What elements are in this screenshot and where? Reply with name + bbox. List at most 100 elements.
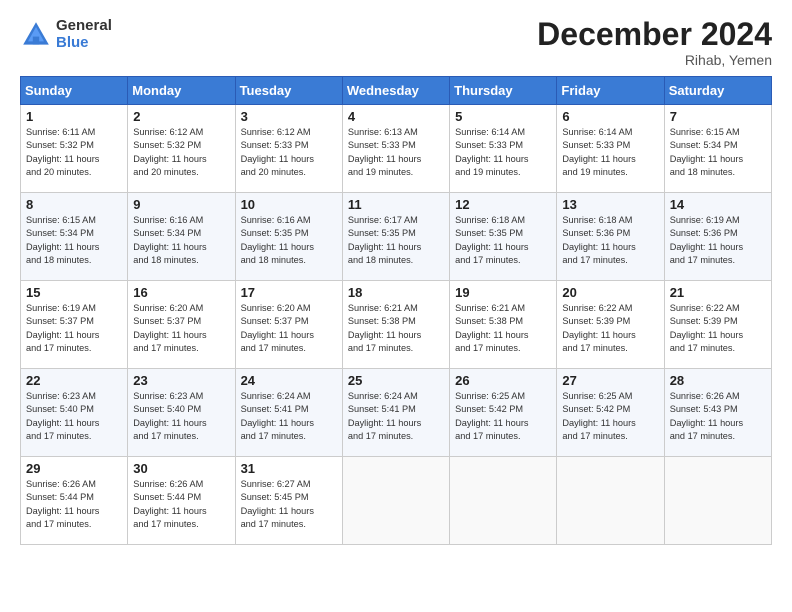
- cell-info: Sunrise: 6:23 AMSunset: 5:40 PMDaylight:…: [26, 390, 122, 443]
- day-number: 27: [562, 373, 658, 388]
- day-number: 2: [133, 109, 229, 124]
- cell-info: Sunrise: 6:16 AMSunset: 5:35 PMDaylight:…: [241, 214, 337, 267]
- calendar-week-1: 1 Sunrise: 6:11 AMSunset: 5:32 PMDaylight…: [21, 105, 772, 193]
- calendar-cell: [342, 457, 449, 545]
- calendar-cell: 4 Sunrise: 6:13 AMSunset: 5:33 PMDaylight…: [342, 105, 449, 193]
- day-number: 29: [26, 461, 122, 476]
- calendar-cell: 7 Sunrise: 6:15 AMSunset: 5:34 PMDaylight…: [664, 105, 771, 193]
- day-number: 10: [241, 197, 337, 212]
- cell-info: Sunrise: 6:14 AMSunset: 5:33 PMDaylight:…: [455, 126, 551, 179]
- cell-info: Sunrise: 6:24 AMSunset: 5:41 PMDaylight:…: [348, 390, 444, 443]
- calendar-cell: 31Sunrise: 6:27 AMSunset: 5:45 PMDayligh…: [235, 457, 342, 545]
- cell-info: Sunrise: 6:23 AMSunset: 5:40 PMDaylight:…: [133, 390, 229, 443]
- calendar-cell: 13Sunrise: 6:18 AMSunset: 5:36 PMDayligh…: [557, 193, 664, 281]
- day-number: 16: [133, 285, 229, 300]
- calendar-cell: 18 Sunrise: 6:21 AMSunset: 5:38 PMDayligh…: [342, 281, 449, 369]
- calendar-cell: [557, 457, 664, 545]
- day-number: 4: [348, 109, 444, 124]
- calendar-week-3: 15Sunrise: 6:19 AMSunset: 5:37 PMDayligh…: [21, 281, 772, 369]
- calendar-cell: 16 Sunrise: 6:20 AMSunset: 5:37 PMDayligh…: [128, 281, 235, 369]
- day-header-saturday: Saturday: [664, 77, 771, 105]
- calendar-cell: 21Sunrise: 6:22 AMSunset: 5:39 PMDayligh…: [664, 281, 771, 369]
- cell-info: Sunrise: 6:22 AMSunset: 5:39 PMDaylight:…: [562, 302, 658, 355]
- cell-info: Sunrise: 6:16 AMSunset: 5:34 PMDaylight:…: [133, 214, 229, 267]
- title-area: December 2024 Rihab, Yemen: [537, 18, 772, 68]
- cell-info: Sunrise: 6:15 AMSunset: 5:34 PMDaylight:…: [26, 214, 122, 267]
- day-number: 12: [455, 197, 551, 212]
- day-number: 3: [241, 109, 337, 124]
- calendar-cell: 23 Sunrise: 6:23 AMSunset: 5:40 PMDayligh…: [128, 369, 235, 457]
- logo-general-text: General: [56, 18, 112, 35]
- day-header-tuesday: Tuesday: [235, 77, 342, 105]
- day-number: 9: [133, 197, 229, 212]
- day-number: 23: [133, 373, 229, 388]
- day-number: 31: [241, 461, 337, 476]
- cell-info: Sunrise: 6:21 AMSunset: 5:38 PMDaylight:…: [348, 302, 444, 355]
- cell-info: Sunrise: 6:21 AMSunset: 5:38 PMDaylight:…: [455, 302, 551, 355]
- day-number: 8: [26, 197, 122, 212]
- calendar-cell: 19 Sunrise: 6:21 AMSunset: 5:38 PMDayligh…: [450, 281, 557, 369]
- day-number: 26: [455, 373, 551, 388]
- calendar-cell: 30Sunrise: 6:26 AMSunset: 5:44 PMDayligh…: [128, 457, 235, 545]
- cell-info: Sunrise: 6:17 AMSunset: 5:35 PMDaylight:…: [348, 214, 444, 267]
- cell-info: Sunrise: 6:19 AMSunset: 5:37 PMDaylight:…: [26, 302, 122, 355]
- day-header-wednesday: Wednesday: [342, 77, 449, 105]
- day-number: 25: [348, 373, 444, 388]
- cell-info: Sunrise: 6:15 AMSunset: 5:34 PMDaylight:…: [670, 126, 766, 179]
- calendar-cell: 28 Sunrise: 6:26 AMSunset: 5:43 PMDayligh…: [664, 369, 771, 457]
- calendar-cell: 3Sunrise: 6:12 AMSunset: 5:33 PMDaylight…: [235, 105, 342, 193]
- day-number: 30: [133, 461, 229, 476]
- page: General Blue December 2024 Rihab, Yemen …: [0, 0, 792, 612]
- cell-info: Sunrise: 6:13 AMSunset: 5:33 PMDaylight:…: [348, 126, 444, 179]
- day-number: 20: [562, 285, 658, 300]
- day-number: 24: [241, 373, 337, 388]
- calendar-cell: 11 Sunrise: 6:17 AMSunset: 5:35 PMDayligh…: [342, 193, 449, 281]
- calendar-table: SundayMondayTuesdayWednesdayThursdayFrid…: [20, 76, 772, 545]
- cell-info: Sunrise: 6:20 AMSunset: 5:37 PMDaylight:…: [241, 302, 337, 355]
- cell-info: Sunrise: 6:11 AMSunset: 5:32 PMDaylight:…: [26, 126, 122, 179]
- calendar-cell: 17Sunrise: 6:20 AMSunset: 5:37 PMDayligh…: [235, 281, 342, 369]
- calendar-cell: 25 Sunrise: 6:24 AMSunset: 5:41 PMDayligh…: [342, 369, 449, 457]
- day-number: 7: [670, 109, 766, 124]
- calendar-cell: 10 Sunrise: 6:16 AMSunset: 5:35 PMDayligh…: [235, 193, 342, 281]
- calendar-week-2: 8 Sunrise: 6:15 AMSunset: 5:34 PMDaylight…: [21, 193, 772, 281]
- cell-info: Sunrise: 6:24 AMSunset: 5:41 PMDaylight:…: [241, 390, 337, 443]
- day-header-sunday: Sunday: [21, 77, 128, 105]
- calendar-cell: [664, 457, 771, 545]
- calendar-cell: 22 Sunrise: 6:23 AMSunset: 5:40 PMDayligh…: [21, 369, 128, 457]
- logo: General Blue: [20, 18, 112, 51]
- calendar-week-5: 29 Sunrise: 6:26 AMSunset: 5:44 PMDayligh…: [21, 457, 772, 545]
- calendar-cell: [450, 457, 557, 545]
- calendar-cell: 29 Sunrise: 6:26 AMSunset: 5:44 PMDayligh…: [21, 457, 128, 545]
- cell-info: Sunrise: 6:25 AMSunset: 5:42 PMDaylight:…: [455, 390, 551, 443]
- cell-info: Sunrise: 6:19 AMSunset: 5:36 PMDaylight:…: [670, 214, 766, 267]
- day-number: 5: [455, 109, 551, 124]
- month-title: December 2024: [537, 18, 772, 50]
- logo-icon: [20, 19, 52, 51]
- day-number: 14: [670, 197, 766, 212]
- day-number: 18: [348, 285, 444, 300]
- location: Rihab, Yemen: [537, 52, 772, 68]
- calendar-cell: 9 Sunrise: 6:16 AMSunset: 5:34 PMDaylight…: [128, 193, 235, 281]
- cell-info: Sunrise: 6:12 AMSunset: 5:32 PMDaylight:…: [133, 126, 229, 179]
- day-header-monday: Monday: [128, 77, 235, 105]
- cell-info: Sunrise: 6:26 AMSunset: 5:44 PMDaylight:…: [26, 478, 122, 531]
- cell-info: Sunrise: 6:22 AMSunset: 5:39 PMDaylight:…: [670, 302, 766, 355]
- calendar-cell: 2 Sunrise: 6:12 AMSunset: 5:32 PMDaylight…: [128, 105, 235, 193]
- day-number: 22: [26, 373, 122, 388]
- header: General Blue December 2024 Rihab, Yemen: [20, 18, 772, 68]
- day-number: 28: [670, 373, 766, 388]
- cell-info: Sunrise: 6:26 AMSunset: 5:43 PMDaylight:…: [670, 390, 766, 443]
- day-number: 1: [26, 109, 122, 124]
- cell-info: Sunrise: 6:20 AMSunset: 5:37 PMDaylight:…: [133, 302, 229, 355]
- calendar-cell: 5 Sunrise: 6:14 AMSunset: 5:33 PMDaylight…: [450, 105, 557, 193]
- day-number: 19: [455, 285, 551, 300]
- calendar-cell: 6 Sunrise: 6:14 AMSunset: 5:33 PMDaylight…: [557, 105, 664, 193]
- day-number: 6: [562, 109, 658, 124]
- calendar-cell: 14 Sunrise: 6:19 AMSunset: 5:36 PMDayligh…: [664, 193, 771, 281]
- cell-info: Sunrise: 6:14 AMSunset: 5:33 PMDaylight:…: [562, 126, 658, 179]
- calendar-cell: 15Sunrise: 6:19 AMSunset: 5:37 PMDayligh…: [21, 281, 128, 369]
- day-number: 11: [348, 197, 444, 212]
- cell-info: Sunrise: 6:25 AMSunset: 5:42 PMDaylight:…: [562, 390, 658, 443]
- calendar-cell: 24 Sunrise: 6:24 AMSunset: 5:41 PMDayligh…: [235, 369, 342, 457]
